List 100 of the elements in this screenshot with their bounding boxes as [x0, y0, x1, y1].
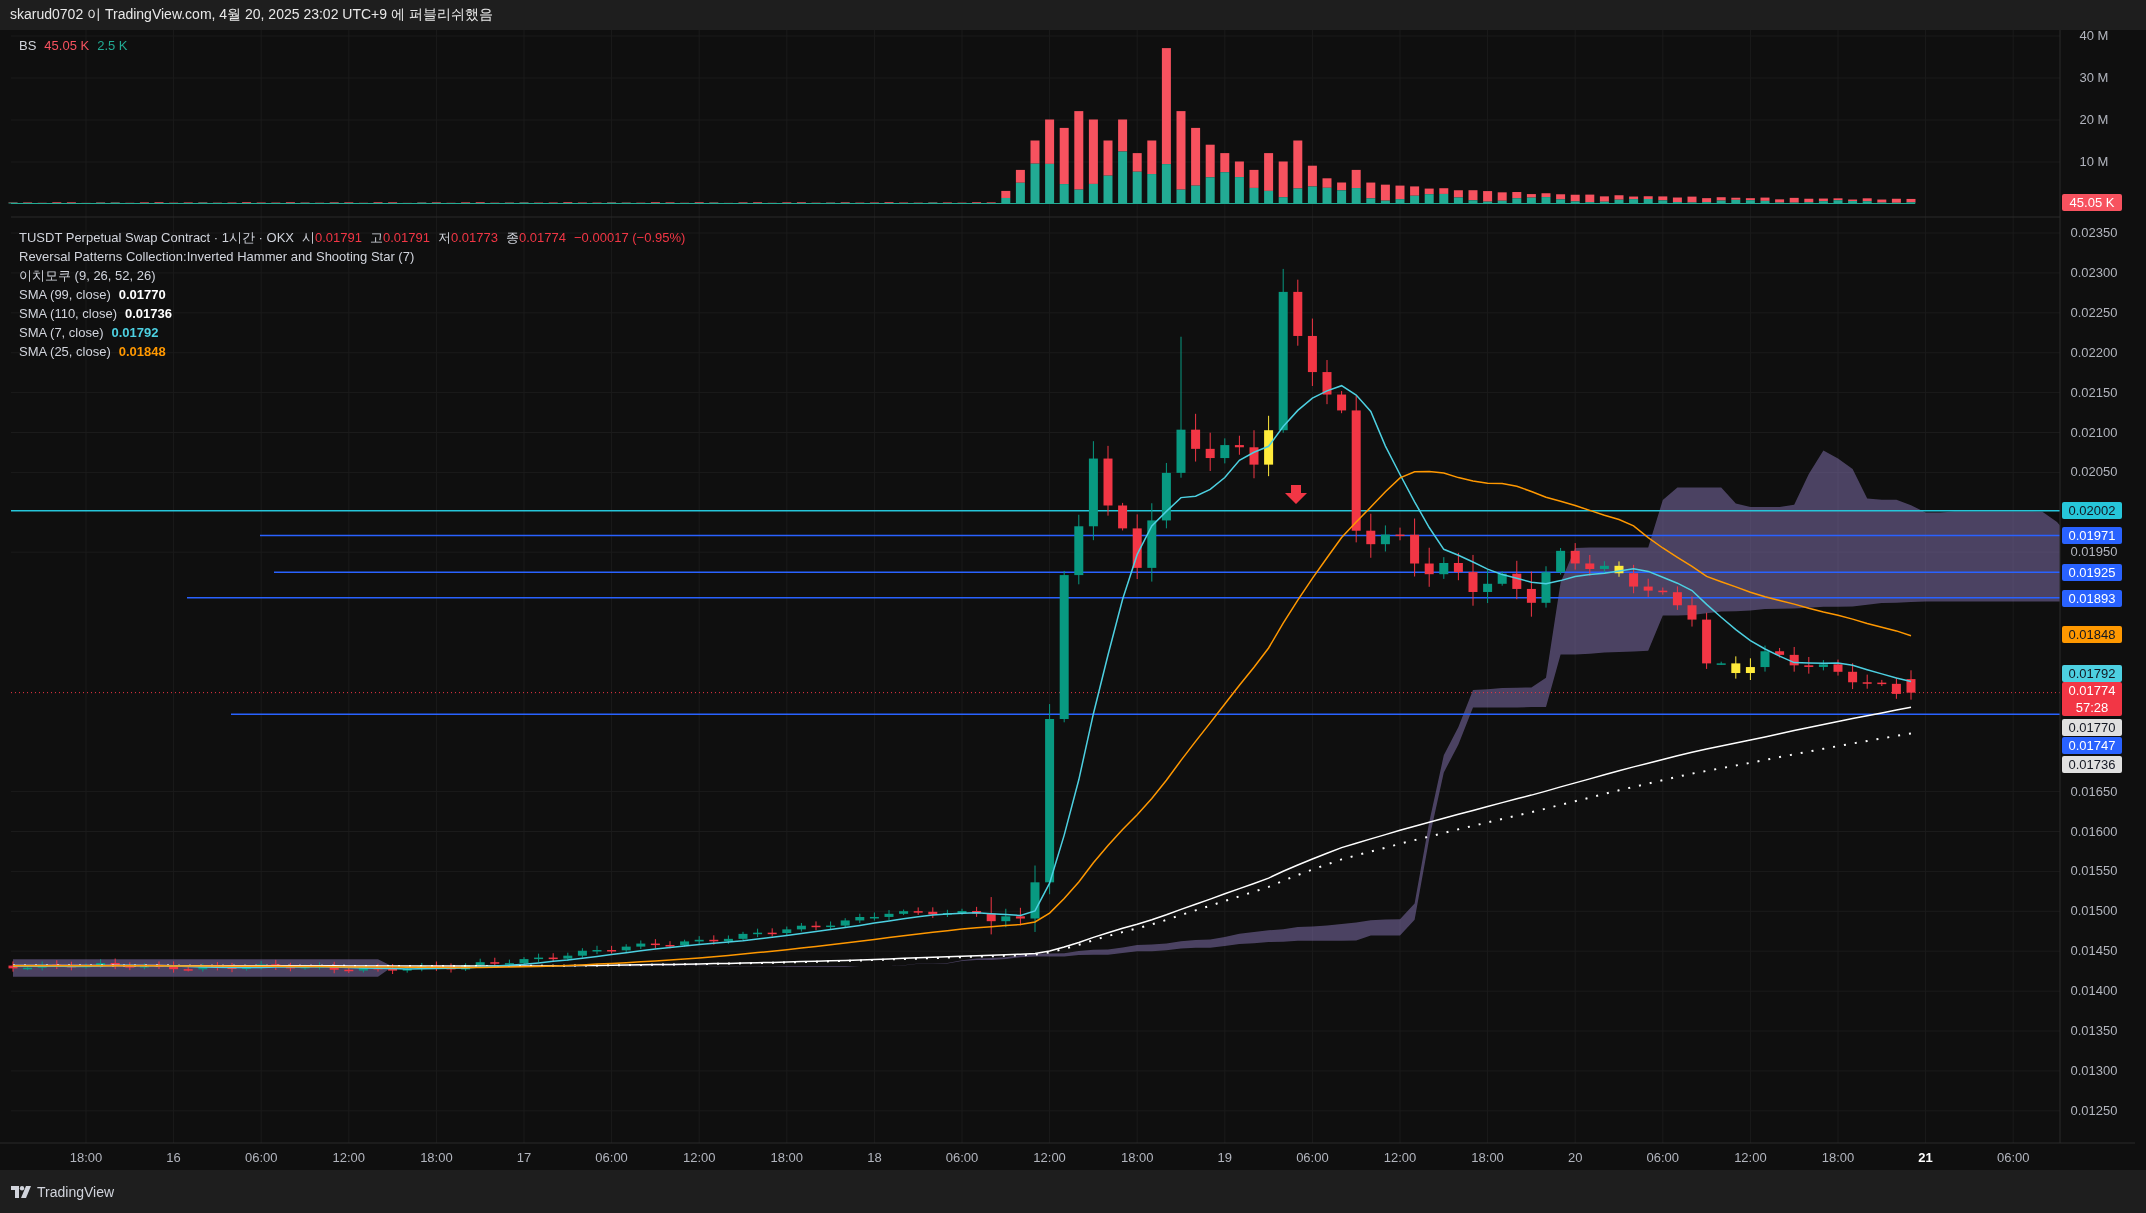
candlestick [1191, 413, 1201, 463]
candlestick [198, 963, 208, 973]
candlestick [1337, 390, 1347, 414]
candlestick [329, 961, 339, 974]
axis-label: 0.01350 [2070, 1023, 2118, 1038]
volume-tag: 45.05 K [2062, 194, 2122, 211]
axis-label: 0.01550 [2070, 863, 2118, 879]
time-label: 18:00 [69, 1150, 103, 1165]
axis-label: 0.01250 [2070, 1102, 2118, 1118]
time-label: 12:00 [1033, 1150, 1066, 1165]
candlestick [869, 912, 879, 922]
time-label: 12:00 [682, 1150, 716, 1165]
publish-info: skarud0702 이 TradingView.com, 4월 20, 2025 23:02 UTC+9 에 퍼블리쉬했음 [10, 6, 493, 24]
ohlc-value: 시0.01791 [302, 229, 363, 247]
candlestick [1789, 646, 1799, 673]
candlestick [621, 943, 631, 953]
candlestick [665, 940, 675, 949]
candlestick [1526, 571, 1536, 618]
axis-label: 0.01650 [2070, 783, 2118, 799]
candlestick [227, 962, 237, 973]
candlestick [826, 921, 836, 931]
indicator-name: 이치모쿠 (9, 26, 52, 26) [19, 267, 156, 285]
candlestick [1818, 659, 1828, 671]
candlestick [1074, 514, 1084, 585]
candlestick [1118, 502, 1128, 531]
candlestick [1570, 542, 1580, 571]
candlestick [1307, 318, 1317, 387]
time-label: 20 [1567, 1150, 1583, 1165]
time-label: 18:00 [1821, 1150, 1855, 1165]
axis-label: 10 M [2079, 154, 2109, 169]
candlestick [1103, 445, 1113, 517]
candlestick [680, 939, 690, 948]
candlestick [738, 931, 748, 941]
candlestick [1629, 564, 1639, 594]
candlestick [1848, 662, 1858, 690]
candlestick [928, 906, 938, 919]
candlestick [1687, 596, 1697, 628]
candlestick [23, 965, 33, 971]
ohlc-value: 저0.01773 [438, 229, 499, 247]
time-label: 06:00 [1996, 1150, 2030, 1165]
candlestick [913, 906, 923, 916]
candlestick [388, 963, 398, 975]
candlestick [650, 938, 660, 950]
axis-label: 0.02150 [2070, 384, 2118, 400]
indicator-value: 0.01848 [118, 343, 166, 361]
candlestick [1395, 527, 1405, 541]
candlestick [1030, 865, 1040, 933]
volume-value: 45.05 K [44, 38, 90, 53]
candlestick [592, 945, 602, 955]
candlestick [972, 906, 982, 918]
time-label: 12:00 [332, 1150, 366, 1165]
time-label: 12:00 [1734, 1150, 1767, 1165]
candlestick [8, 960, 18, 973]
candlestick [1804, 656, 1814, 675]
axis-label: 0.02250 [2070, 304, 2118, 320]
candlestick [1760, 645, 1770, 673]
candlestick [1483, 569, 1493, 604]
candlestick [1453, 552, 1463, 581]
candlestick [1424, 547, 1434, 588]
candlestick [1220, 437, 1230, 464]
candlestick [548, 952, 558, 963]
price-tag: 0.01774 57:28 [2062, 682, 2122, 716]
time-label: 19 [1217, 1150, 1233, 1165]
time-label: 12:00 [1383, 1150, 1417, 1165]
candlestick [709, 934, 719, 946]
price-change: −0.00017 (−0.95%) [574, 229, 686, 247]
candlestick [1015, 907, 1025, 926]
candlestick [1731, 655, 1741, 680]
time-label: 18:00 [1471, 1150, 1504, 1165]
candlestick [1249, 429, 1259, 479]
candlestick [519, 956, 529, 966]
volume-label: BS [19, 38, 37, 53]
candlestick [1614, 560, 1624, 578]
candlestick [1672, 585, 1682, 611]
candlestick [840, 917, 850, 928]
indicator-name: Reversal Patterns Collection:Inverted Hammer and Shooting Star (7) [19, 248, 415, 266]
candlestick [1322, 359, 1332, 405]
axis-label: 40 M [2079, 30, 2109, 43]
candlestick [490, 957, 500, 968]
candlestick [1293, 279, 1303, 347]
indicator-name: SMA (99, close) [19, 286, 111, 304]
candlestick [1264, 415, 1274, 477]
candlestick [855, 913, 865, 924]
candlestick [504, 959, 514, 967]
candlestick [1366, 513, 1376, 559]
candlestick [577, 947, 587, 959]
time-label: 17 [516, 1150, 532, 1165]
candlestick [1643, 578, 1653, 598]
time-label: 16 [166, 1150, 181, 1165]
candlestick [753, 928, 763, 938]
candlestick [1410, 518, 1420, 577]
candlestick [1468, 554, 1478, 607]
candlestick [1833, 659, 1843, 677]
time-label: 06:00 [595, 1150, 628, 1165]
axis-label: 0.02200 [2070, 344, 2118, 360]
time-label: 18:00 [770, 1150, 804, 1165]
candlestick [1512, 560, 1522, 600]
symbol-title: TUSDT Perpetual Swap Contract · 1시간 · OKX [19, 229, 295, 247]
candlestick [169, 960, 179, 974]
down-arrow-icon [1285, 485, 1307, 504]
